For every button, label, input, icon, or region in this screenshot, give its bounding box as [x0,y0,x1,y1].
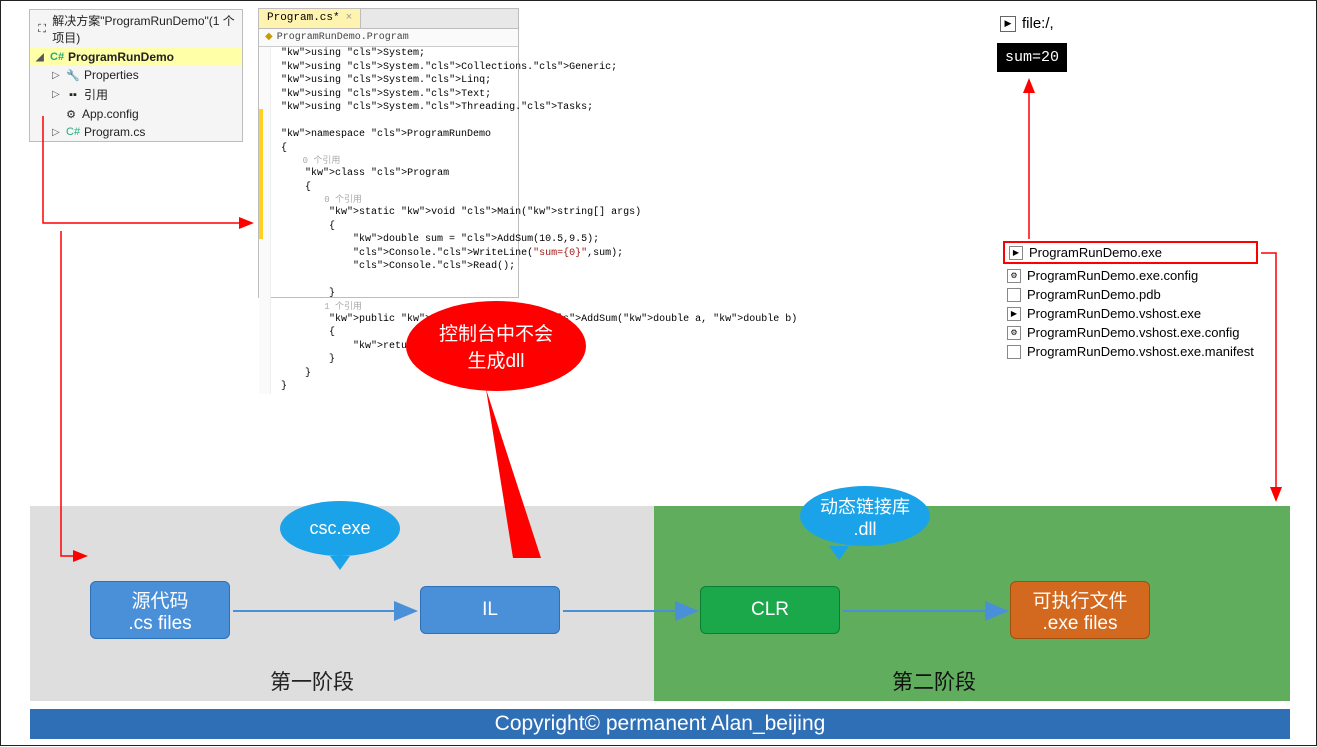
node-exe: 可执行文件 .exe files [1010,581,1150,639]
expand-icon[interactable]: ▷ [52,127,62,138]
code-line: "kw">using "cls">System; [273,47,518,61]
tree-item-appconfig[interactable]: ⚙ App.config [30,105,242,123]
change-marker [259,109,263,239]
file-row[interactable]: ⚙ ProgramRunDemo.exe.config [1003,266,1258,285]
file-name: ProgramRunDemo.exe [1029,245,1162,260]
bubble-dll: 动态链接库 .dll [800,486,930,546]
code-line: "kw">using "cls">System."cls">Linq; [273,74,518,88]
code-line: "kw">using "cls">System."cls">Text; [273,88,518,102]
csproj-icon: C# [50,51,64,63]
callout-line2: 生成dll [439,346,553,373]
crumb-text: ProgramRunDemo.Program [277,31,409,45]
solution-icon: ⛶ [36,23,48,36]
file-icon: ⚙ [1007,326,1021,340]
expand-icon[interactable]: ▷ [52,89,62,100]
solution-title-row: ⛶ 解决方案"ProgramRunDemo"(1 个项目) [30,10,242,48]
tree-label: 引用 [84,86,108,103]
node-src-l2: .cs files [128,613,191,635]
file-row[interactable]: ▶ ProgramRunDemo.exe [1003,241,1258,264]
file-icon: ⚙ [1007,269,1021,283]
copyright-text: Copyright© permanent Alan_beijing [495,712,826,736]
code-line: "cls">Console."cls">Read(); [273,260,518,274]
code-line: "kw">double sum = "cls">AddSum(10.5,9.5)… [273,233,518,247]
tree-label: Properties [84,68,139,82]
node-clr: CLR [700,586,840,634]
editor-tab[interactable]: Program.cs* × [259,9,361,28]
dll-l2: .dll [853,519,876,540]
file-icon: ▶ [1009,246,1023,260]
code-line: 0 个引用 [273,194,518,206]
node-il-label: IL [482,599,498,621]
node-il: IL [420,586,560,634]
code-line: "kw">using "cls">System."cls">Collection… [273,61,518,75]
tree-label: App.config [82,107,139,121]
expand-icon[interactable]: ◢ [36,52,46,63]
file-row[interactable]: ⚙ ProgramRunDemo.vshost.exe.config [1003,323,1258,342]
code-line: "cls">Console."cls">WriteLine("sum={0}",… [273,247,518,261]
canvas: ⛶ 解决方案"ProgramRunDemo"(1 个项目) ◢ C# Progr… [0,0,1317,746]
config-icon: ⚙ [64,108,78,121]
code-editor: Program.cs* × ◆ ProgramRunDemo.Program "… [258,8,519,298]
node-source: 源代码 .cs files [90,581,230,639]
file-icon [1007,288,1021,302]
tree-item-programcs[interactable]: ▷ C# Program.cs [30,123,242,141]
code-line: { [273,142,518,156]
wrench-icon: 🔧 [66,69,80,82]
stage1-label: 第一阶段 [270,666,354,696]
console-titlebar: ▶ file:/, [1000,15,1054,32]
file-name: ProgramRunDemo.vshost.exe [1027,306,1201,321]
code-line: "kw">static "kw">void "cls">Main("kw">st… [273,206,518,220]
output-file-list: ▶ ProgramRunDemo.exe ⚙ ProgramRunDemo.exe.c… [1003,241,1258,361]
node-exe-l2: .exe files [1043,613,1118,635]
tab-bar: Program.cs* × [259,9,518,29]
references-icon: ▪▪ [66,89,80,101]
tree-item-references[interactable]: ▷ ▪▪ 引用 [30,84,242,105]
close-icon[interactable]: × [346,11,353,26]
file-name: ProgramRunDemo.vshost.exe.manifest [1027,344,1254,359]
tab-title: Program.cs* [267,11,340,26]
code-line: "kw">namespace "cls">ProgramRunDemo [273,128,518,142]
callout-line1: 控制台中不会 [439,319,553,346]
code-line: "kw">using "cls">System."cls">Threading.… [273,101,518,115]
console-text: sum=20 [1005,49,1059,66]
code-line: "kw">class "cls">Program [273,167,518,181]
csc-label: csc.exe [309,518,370,539]
copyright-bar: Copyright© permanent Alan_beijing [30,709,1290,739]
file-icon [1007,345,1021,359]
solution-title: 解决方案"ProgramRunDemo"(1 个项目) [52,12,236,46]
node-exe-l1: 可执行文件 [1032,586,1127,613]
file-name: ProgramRunDemo.pdb [1027,287,1161,302]
code-line: 0 个引用 [273,155,518,167]
project-row[interactable]: ◢ C# ProgramRunDemo [30,48,242,66]
file-row[interactable]: ProgramRunDemo.vshost.exe.manifest [1003,342,1258,361]
file-row[interactable]: ProgramRunDemo.pdb [1003,285,1258,304]
console-icon: ▶ [1000,16,1016,32]
console-title: file:/, [1022,15,1054,32]
code-line: { [273,181,518,195]
console-output: sum=20 [997,43,1067,72]
stage2-label: 第二阶段 [892,666,976,696]
solution-explorer: ⛶ 解决方案"ProgramRunDemo"(1 个项目) ◢ C# Progr… [29,9,243,142]
tree-label: Program.cs [84,125,145,139]
file-name: ProgramRunDemo.vshost.exe.config [1027,325,1239,340]
diagram-stage: 源代码 .cs files IL CLR 可执行文件 .exe files cs… [30,506,1290,701]
file-name: ProgramRunDemo.exe.config [1027,268,1198,283]
code-line: } [273,287,518,301]
file-row[interactable]: ▶ ProgramRunDemo.vshost.exe [1003,304,1258,323]
red-callout: 控制台中不会 生成dll [406,301,586,391]
file-icon: ▶ [1007,307,1021,321]
project-name: ProgramRunDemo [68,50,174,64]
cs-icon: C# [66,126,80,138]
code-line [273,115,518,129]
breadcrumb[interactable]: ◆ ProgramRunDemo.Program [259,29,518,47]
bubble-csc: csc.exe [280,501,400,556]
tree-item-properties[interactable]: ▷ 🔧 Properties [30,66,242,84]
node-src-l1: 源代码 [131,586,188,613]
code-line [273,274,518,288]
dll-l1: 动态链接库 [820,493,910,519]
expand-icon[interactable]: ▷ [52,70,62,81]
class-icon: ◆ [265,31,273,45]
node-clr-label: CLR [751,599,789,621]
code-line: { [273,220,518,234]
